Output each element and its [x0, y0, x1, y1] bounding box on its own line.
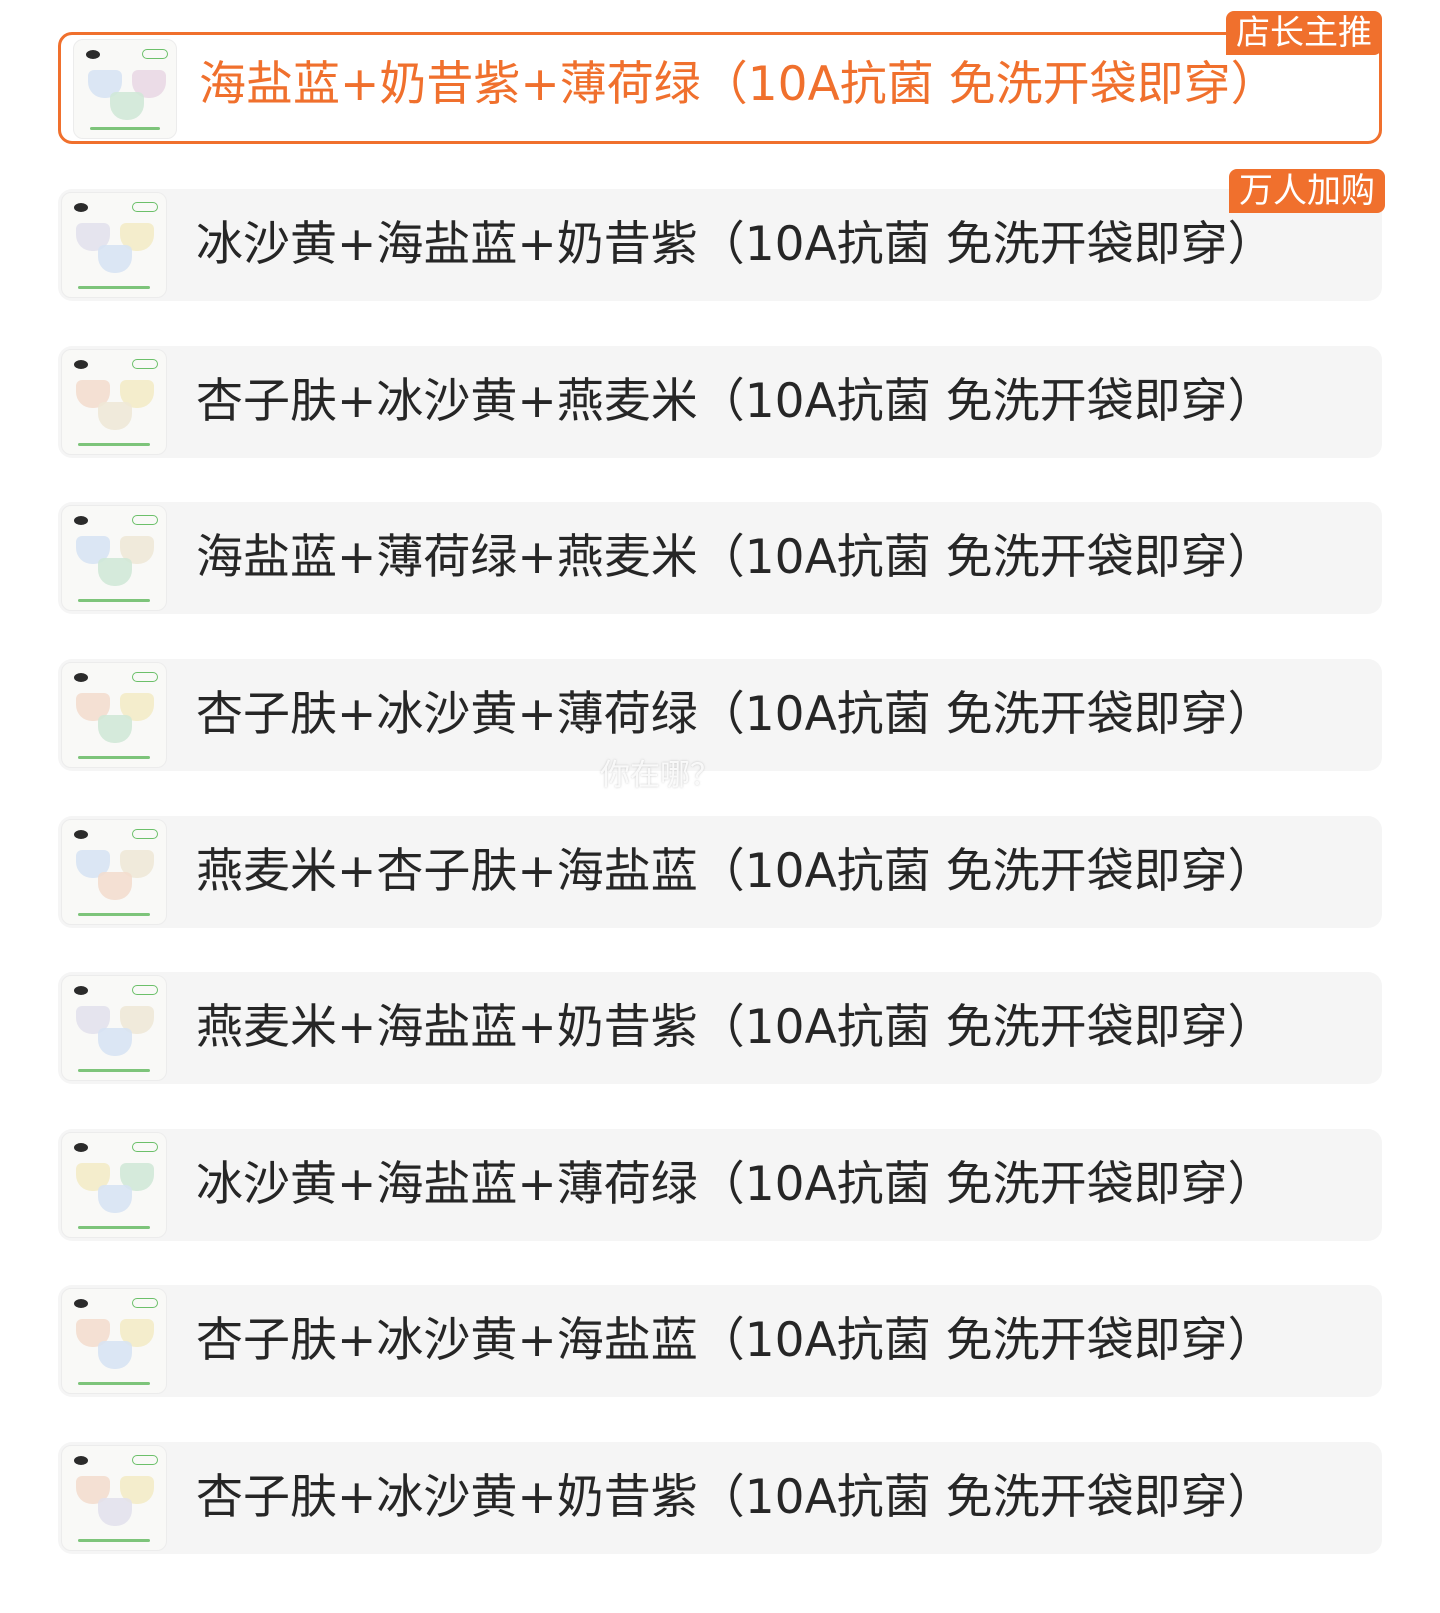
option-label: 杏子肤+冰沙黄+薄荷绿（10A抗菌 免洗开袋即穿） — [196, 687, 1275, 742]
product-thumbnail — [61, 819, 167, 925]
option-label: 海盐蓝+奶昔紫+薄荷绿（10A抗菌 免洗开袋即穿） — [199, 57, 1278, 112]
sku-option-4[interactable]: 海盐蓝+薄荷绿+燕麦米（10A抗菌 免洗开袋即穿） — [58, 502, 1382, 614]
option-label: 冰沙黄+海盐蓝+奶昔紫（10A抗菌 免洗开袋即穿） — [196, 217, 1275, 272]
sku-option-2[interactable]: 冰沙黄+海盐蓝+奶昔紫（10A抗菌 免洗开袋即穿） 万人加购 — [58, 169, 1385, 301]
brief-icon — [98, 1185, 132, 1213]
caption-line — [78, 599, 150, 602]
product-thumbnail — [73, 39, 177, 139]
tag-icon — [142, 49, 168, 59]
caption-line — [78, 913, 150, 916]
option-label: 杏子肤+冰沙黄+燕麦米（10A抗菌 免洗开袋即穿） — [196, 374, 1275, 429]
watermark-text: 你在哪？ — [600, 758, 720, 793]
badge-popular: 万人加购 — [1229, 169, 1385, 213]
product-thumbnail — [61, 662, 167, 768]
brief-icon — [98, 872, 132, 900]
brand-logo-icon — [74, 830, 88, 839]
caption-line — [78, 1069, 150, 1072]
product-thumbnail — [61, 192, 167, 298]
brand-logo-icon — [74, 986, 88, 995]
sku-option-list: 海盐蓝+奶昔紫+薄荷绿（10A抗菌 免洗开袋即穿） 店长主推 冰沙黄+海盐蓝+奶… — [0, 0, 1440, 1613]
sku-option-7[interactable]: 燕麦米+海盐蓝+奶昔紫（10A抗菌 免洗开袋即穿） — [58, 972, 1382, 1084]
brand-logo-icon — [86, 50, 100, 59]
caption-line — [78, 286, 150, 289]
caption-line — [90, 127, 160, 130]
tag-icon — [132, 359, 158, 369]
caption-line — [78, 1382, 150, 1385]
brief-icon — [98, 1341, 132, 1369]
brief-icon — [98, 1498, 132, 1526]
product-thumbnail — [61, 1288, 167, 1394]
tag-icon — [132, 1142, 158, 1152]
option-label: 杏子肤+冰沙黄+奶昔紫（10A抗菌 免洗开袋即穿） — [196, 1470, 1275, 1525]
product-thumbnail — [61, 505, 167, 611]
brand-logo-icon — [74, 203, 88, 212]
brand-logo-icon — [74, 516, 88, 525]
tag-icon — [132, 672, 158, 682]
sku-option-1[interactable]: 海盐蓝+奶昔紫+薄荷绿（10A抗菌 免洗开袋即穿） 店长主推 — [58, 11, 1382, 144]
option-label: 燕麦米+海盐蓝+奶昔紫（10A抗菌 免洗开袋即穿） — [196, 1000, 1275, 1055]
brand-logo-icon — [74, 1143, 88, 1152]
brief-icon — [98, 402, 132, 430]
caption-line — [78, 756, 150, 759]
product-thumbnail — [61, 975, 167, 1081]
tag-icon — [132, 829, 158, 839]
tag-icon — [132, 515, 158, 525]
brand-logo-icon — [74, 1299, 88, 1308]
sku-option-10[interactable]: 杏子肤+冰沙黄+奶昔紫（10A抗菌 免洗开袋即穿） — [58, 1442, 1382, 1554]
brand-logo-icon — [74, 360, 88, 369]
brand-logo-icon — [74, 1456, 88, 1465]
brief-icon — [110, 92, 144, 120]
caption-line — [78, 1539, 150, 1542]
brief-icon — [98, 558, 132, 586]
brief-icon — [98, 715, 132, 743]
caption-line — [78, 1226, 150, 1229]
sku-option-9[interactable]: 杏子肤+冰沙黄+海盐蓝（10A抗菌 免洗开袋即穿） — [58, 1285, 1382, 1397]
option-label: 燕麦米+杏子肤+海盐蓝（10A抗菌 免洗开袋即穿） — [196, 844, 1275, 899]
sku-option-8[interactable]: 冰沙黄+海盐蓝+薄荷绿（10A抗菌 免洗开袋即穿） — [58, 1129, 1382, 1241]
product-thumbnail — [61, 349, 167, 455]
option-label: 杏子肤+冰沙黄+海盐蓝（10A抗菌 免洗开袋即穿） — [196, 1313, 1275, 1368]
tag-icon — [132, 1455, 158, 1465]
caption-line — [78, 443, 150, 446]
product-thumbnail — [61, 1445, 167, 1551]
brief-icon — [98, 1028, 132, 1056]
brand-logo-icon — [74, 673, 88, 682]
tag-icon — [132, 985, 158, 995]
option-label: 海盐蓝+薄荷绿+燕麦米（10A抗菌 免洗开袋即穿） — [196, 530, 1275, 585]
option-label: 冰沙黄+海盐蓝+薄荷绿（10A抗菌 免洗开袋即穿） — [196, 1157, 1275, 1212]
tag-icon — [132, 202, 158, 212]
sku-option-3[interactable]: 杏子肤+冰沙黄+燕麦米（10A抗菌 免洗开袋即穿） — [58, 346, 1382, 458]
sku-option-6[interactable]: 燕麦米+杏子肤+海盐蓝（10A抗菌 免洗开袋即穿） — [58, 816, 1382, 928]
tag-icon — [132, 1298, 158, 1308]
product-thumbnail — [61, 1132, 167, 1238]
sku-option-5[interactable]: 杏子肤+冰沙黄+薄荷绿（10A抗菌 免洗开袋即穿） — [58, 659, 1382, 771]
brief-icon — [98, 245, 132, 273]
badge-recommended: 店长主推 — [1226, 11, 1382, 55]
